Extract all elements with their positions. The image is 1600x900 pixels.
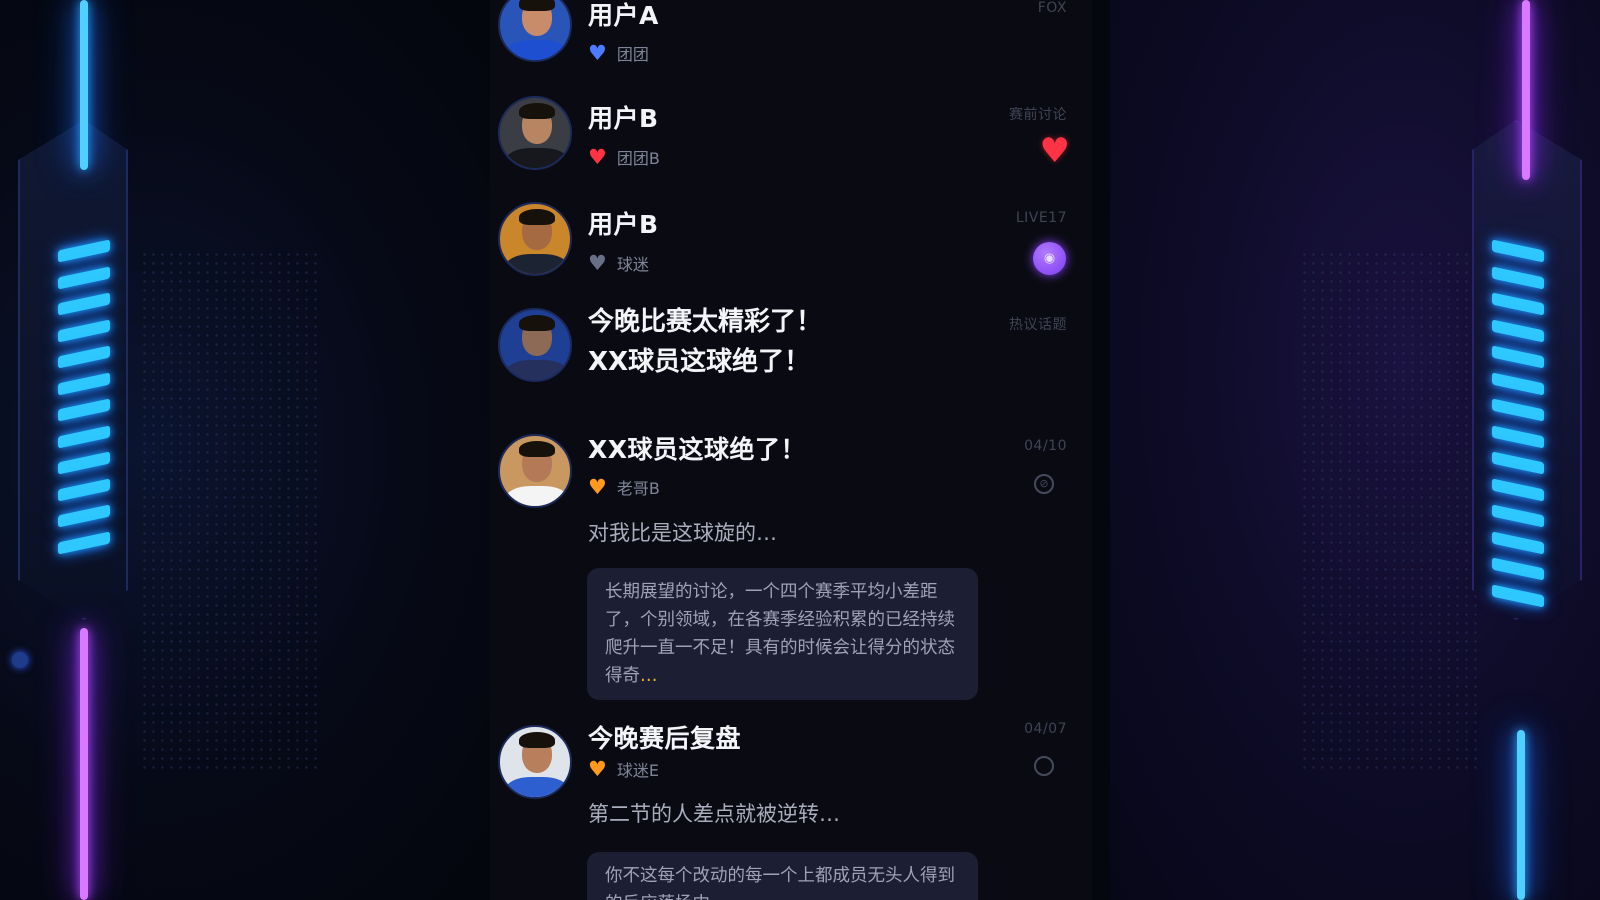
user-name[interactable]: 用户B bbox=[588, 99, 659, 135]
stripe bbox=[1492, 292, 1544, 316]
stripe bbox=[1492, 504, 1544, 528]
post-excerpt[interactable]: 对我比是这球旋的… bbox=[588, 517, 777, 547]
avatar[interactable] bbox=[498, 202, 572, 276]
badge-icon[interactable]: ◉ bbox=[1033, 242, 1066, 275]
meta-text: 球迷 bbox=[616, 255, 649, 274]
stripe bbox=[1492, 345, 1544, 369]
user-name[interactable]: 用户B bbox=[588, 205, 659, 241]
circle-icon[interactable]: ⊘ bbox=[1034, 474, 1054, 494]
post-title[interactable]: XX球员这球绝了！ bbox=[588, 430, 806, 466]
neon-bar bbox=[1517, 730, 1525, 900]
post-title-line1[interactable]: 今晚比赛太精彩了！ bbox=[588, 302, 822, 342]
comment-feed[interactable]: 用户A ♥ 团团 FOX 用户B ♥ 团团B 赛前讨论 ♥ 用户B ♥ 球迷 L… bbox=[490, 0, 1092, 900]
dot-grid-left bbox=[140, 250, 320, 770]
timestamp: 04/07 bbox=[1024, 721, 1067, 737]
stripe bbox=[58, 424, 110, 449]
dot-grid-right bbox=[1300, 250, 1480, 770]
heart-icon[interactable]: ♥ bbox=[588, 476, 607, 498]
stripe bbox=[58, 398, 110, 422]
right-neon-panel bbox=[1470, 0, 1600, 900]
meta-row: ♥ 团团 bbox=[588, 41, 649, 65]
neon-bar bbox=[80, 0, 88, 170]
stripe bbox=[1492, 424, 1544, 449]
timestamp: LIVE17 bbox=[1015, 210, 1067, 226]
stripe bbox=[1492, 398, 1544, 422]
stripe bbox=[58, 292, 110, 316]
circle-icon[interactable] bbox=[1034, 756, 1054, 776]
avatar[interactable] bbox=[498, 434, 572, 508]
stripe-group bbox=[58, 239, 110, 563]
stripe bbox=[58, 477, 110, 502]
timestamp: 04/10 bbox=[1024, 438, 1067, 454]
quote-text: 你不这每个改动的每一个上都成员无头人得到的反应落场中… bbox=[605, 866, 955, 900]
timestamp: 热议话题 bbox=[1009, 317, 1067, 333]
heart-icon[interactable]: ♥ bbox=[588, 252, 607, 274]
stripe bbox=[1492, 265, 1544, 290]
timestamp: 赛前讨论 bbox=[1009, 107, 1067, 123]
post-title[interactable]: 今晚赛后复盘 bbox=[588, 719, 741, 755]
stripe bbox=[1492, 530, 1544, 555]
left-neon-panel bbox=[0, 0, 130, 900]
avatar[interactable] bbox=[498, 0, 572, 62]
meta-text: 团团B bbox=[616, 149, 660, 168]
stripe bbox=[58, 371, 110, 396]
meta-row: ♥ 团团B bbox=[588, 145, 660, 169]
meta-text: 老哥B bbox=[616, 479, 660, 498]
stripe bbox=[58, 345, 110, 369]
quote-block[interactable]: 你不这每个改动的每一个上都成员无头人得到的反应落场中… bbox=[587, 852, 978, 900]
meta-row: ♥ 球迷 bbox=[588, 251, 649, 275]
stripe bbox=[58, 265, 110, 290]
meta-row: ♥ 球迷E bbox=[588, 757, 659, 781]
avatar[interactable] bbox=[498, 308, 572, 382]
ellipsis: … bbox=[710, 894, 728, 900]
heart-icon[interactable]: ♥ bbox=[588, 146, 607, 168]
user-name[interactable]: 用户A bbox=[588, 0, 659, 32]
stripe bbox=[1492, 477, 1544, 502]
stripe-group bbox=[1492, 239, 1544, 616]
stripe bbox=[58, 318, 110, 343]
stripe bbox=[1492, 451, 1544, 475]
meta-text: 团团 bbox=[616, 45, 649, 64]
stripe bbox=[58, 530, 110, 555]
like-heart-icon[interactable]: ♥ bbox=[1040, 134, 1070, 168]
stripe bbox=[58, 504, 110, 528]
post-excerpt[interactable]: 第二节的人差点就被逆转… bbox=[588, 798, 840, 828]
meta-row: ♥ 老哥B bbox=[588, 475, 660, 499]
stripe bbox=[1492, 371, 1544, 396]
post-title-line2[interactable]: XX球员这球绝了！ bbox=[588, 342, 810, 382]
quote-block[interactable]: 长期展望的讨论，一个四个赛季平均小差距了，个别领域，在各赛季经验积累的已经持续爬… bbox=[587, 568, 978, 700]
ellipsis: … bbox=[640, 666, 658, 686]
avatar[interactable] bbox=[498, 96, 572, 170]
stripe bbox=[1492, 318, 1544, 343]
quote-text: 长期展望的讨论，一个四个赛季平均小差距了，个别领域，在各赛季经验积累的已经持续爬… bbox=[605, 582, 955, 686]
neon-bar bbox=[80, 628, 88, 900]
avatar[interactable] bbox=[498, 725, 572, 799]
heart-icon[interactable]: ♥ bbox=[588, 42, 607, 64]
timestamp: FOX bbox=[1037, 0, 1067, 16]
stripe bbox=[58, 451, 110, 475]
stripe bbox=[1492, 583, 1544, 608]
neon-bar bbox=[1522, 0, 1530, 180]
meta-text: 球迷E bbox=[616, 761, 659, 780]
stripe bbox=[1492, 557, 1544, 581]
edge-dot bbox=[12, 652, 28, 668]
heart-icon[interactable]: ♥ bbox=[588, 758, 607, 780]
